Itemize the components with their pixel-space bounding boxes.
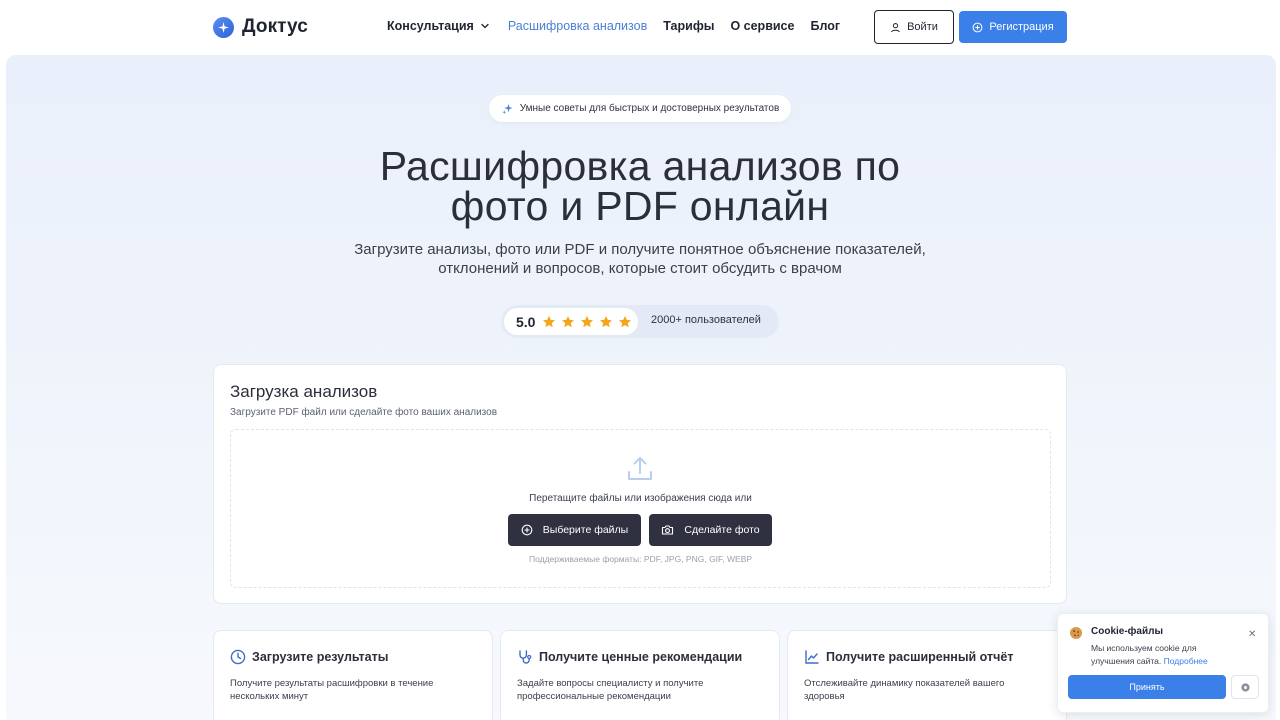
register-button[interactable]: Регистрация: [959, 11, 1067, 43]
hero-pill: Умные советы для быстрых и достоверных р…: [489, 95, 791, 122]
cookie-title: Cookie-файлы: [1091, 626, 1164, 637]
stethoscope-icon: [519, 650, 532, 664]
star-icon: [581, 315, 594, 327]
star-icon: [619, 315, 632, 327]
cookie-icon: [1070, 627, 1082, 639]
register-label: Регистрация: [989, 21, 1054, 33]
logo-icon: [213, 16, 234, 38]
nav-item-blog[interactable]: Блог: [810, 19, 840, 33]
cookie-text: Мы используем cookie для улучшения сайта…: [1091, 642, 1241, 668]
logo[interactable]: Доктус: [213, 16, 308, 38]
plus-circle-icon: [521, 524, 533, 536]
cookie-settings-button[interactable]: [1231, 675, 1259, 699]
main-nav: Консультация Расшифровка анализов Тарифы…: [387, 19, 856, 33]
rating-score: 5.0: [516, 313, 536, 330]
choose-files-button[interactable]: Выберите файлы: [508, 514, 641, 546]
user-icon: [891, 22, 900, 32]
take-photo-button[interactable]: Сделайте фото: [649, 514, 772, 546]
feature-text: Получите результаты расшифровки в течени…: [230, 678, 434, 702]
rating-badge: 5.0 2000+ пользователей: [501, 305, 779, 338]
logo-text: Доктус: [242, 16, 308, 37]
cookie-banner: Cookie-файлы ✕ Мы используем cookie для …: [1057, 613, 1269, 713]
rating-score-box: 5.0: [504, 308, 638, 335]
close-icon[interactable]: ✕: [1248, 629, 1256, 640]
nav-item-about[interactable]: О сервисе: [730, 19, 794, 33]
camera-icon: [662, 525, 674, 535]
feature-title: Получите ценные рекомендации: [539, 650, 743, 664]
feature-text: Задайте вопросы специалисту и получите п…: [517, 678, 704, 702]
login-button[interactable]: Войти: [874, 10, 954, 44]
hero-subtitle: Загрузите анализы, фото или PDF и получи…: [330, 240, 950, 278]
upload-icon: [628, 457, 652, 480]
upload-card: Загрузка анализов Загрузите PDF файл или…: [213, 364, 1067, 604]
upload-title: Загрузка анализов: [230, 382, 378, 401]
star-icon: [543, 315, 556, 327]
star-icon: [562, 315, 575, 327]
nav-item-label: Консультация: [387, 19, 474, 33]
chevron-down-icon: [481, 23, 489, 29]
page-title-line1: Расшифровка анализов по: [379, 143, 901, 189]
file-dropzone[interactable]: Перетащите файлы или изображения сюда ил…: [230, 429, 1051, 588]
nav-item-consultation[interactable]: Консультация: [387, 19, 492, 33]
feature-card-recommendations: Получите ценные рекомендации Задайте воп…: [500, 630, 780, 720]
nav-item-pricing[interactable]: Тарифы: [663, 19, 714, 33]
page-title: Расшифровка анализов по фото и PDF онлай…: [290, 143, 990, 229]
sparkles-icon: [502, 103, 513, 115]
star-icon: [600, 315, 613, 327]
hero-subtitle-line1: Загрузите анализы, фото или PDF и получи…: [354, 241, 926, 258]
gear-icon: [1240, 682, 1250, 692]
login-label: Войти: [907, 21, 938, 33]
plus-circle-icon: [972, 22, 983, 32]
hero-subtitle-line2: отклонений и вопросов, которые стоит обс…: [438, 260, 842, 277]
dropzone-text: Перетащите файлы или изображения сюда ил…: [529, 493, 752, 504]
cookie-accept-button[interactable]: Принять: [1068, 675, 1226, 699]
feature-title: Получите расширенный отчёт: [826, 650, 1014, 664]
page-title-line2: фото и PDF онлайн: [450, 183, 830, 229]
site-header: Доктус Консультация Расшифровка анализов…: [0, 0, 1280, 55]
nav-item-decoding[interactable]: Расшифровка анализов: [508, 19, 647, 33]
clock-icon: [230, 649, 246, 665]
upload-subtitle: Загрузите PDF файл или сделайте фото ваш…: [230, 407, 498, 418]
choose-files-label: Выберите файлы: [542, 524, 629, 536]
take-photo-label: Сделайте фото: [684, 524, 760, 536]
feature-card-report: Получите расширенный отчёт Отслеживайте …: [787, 630, 1067, 720]
hero-pill-text: Умные советы для быстрых и достоверных р…: [519, 103, 780, 114]
rating-users: 2000+ пользователей: [651, 314, 761, 326]
supported-formats: Поддерживаемые форматы: PDF, JPG, PNG, G…: [528, 554, 753, 564]
chart-line-icon: [805, 650, 819, 664]
feature-text: Отслеживайте динамику показателей вашего…: [804, 678, 1005, 702]
cookie-more-link[interactable]: Подробнее: [1164, 656, 1208, 666]
feature-title: Загрузите результаты: [252, 650, 389, 664]
feature-card-upload: Загрузите результаты Получите результаты…: [213, 630, 493, 720]
